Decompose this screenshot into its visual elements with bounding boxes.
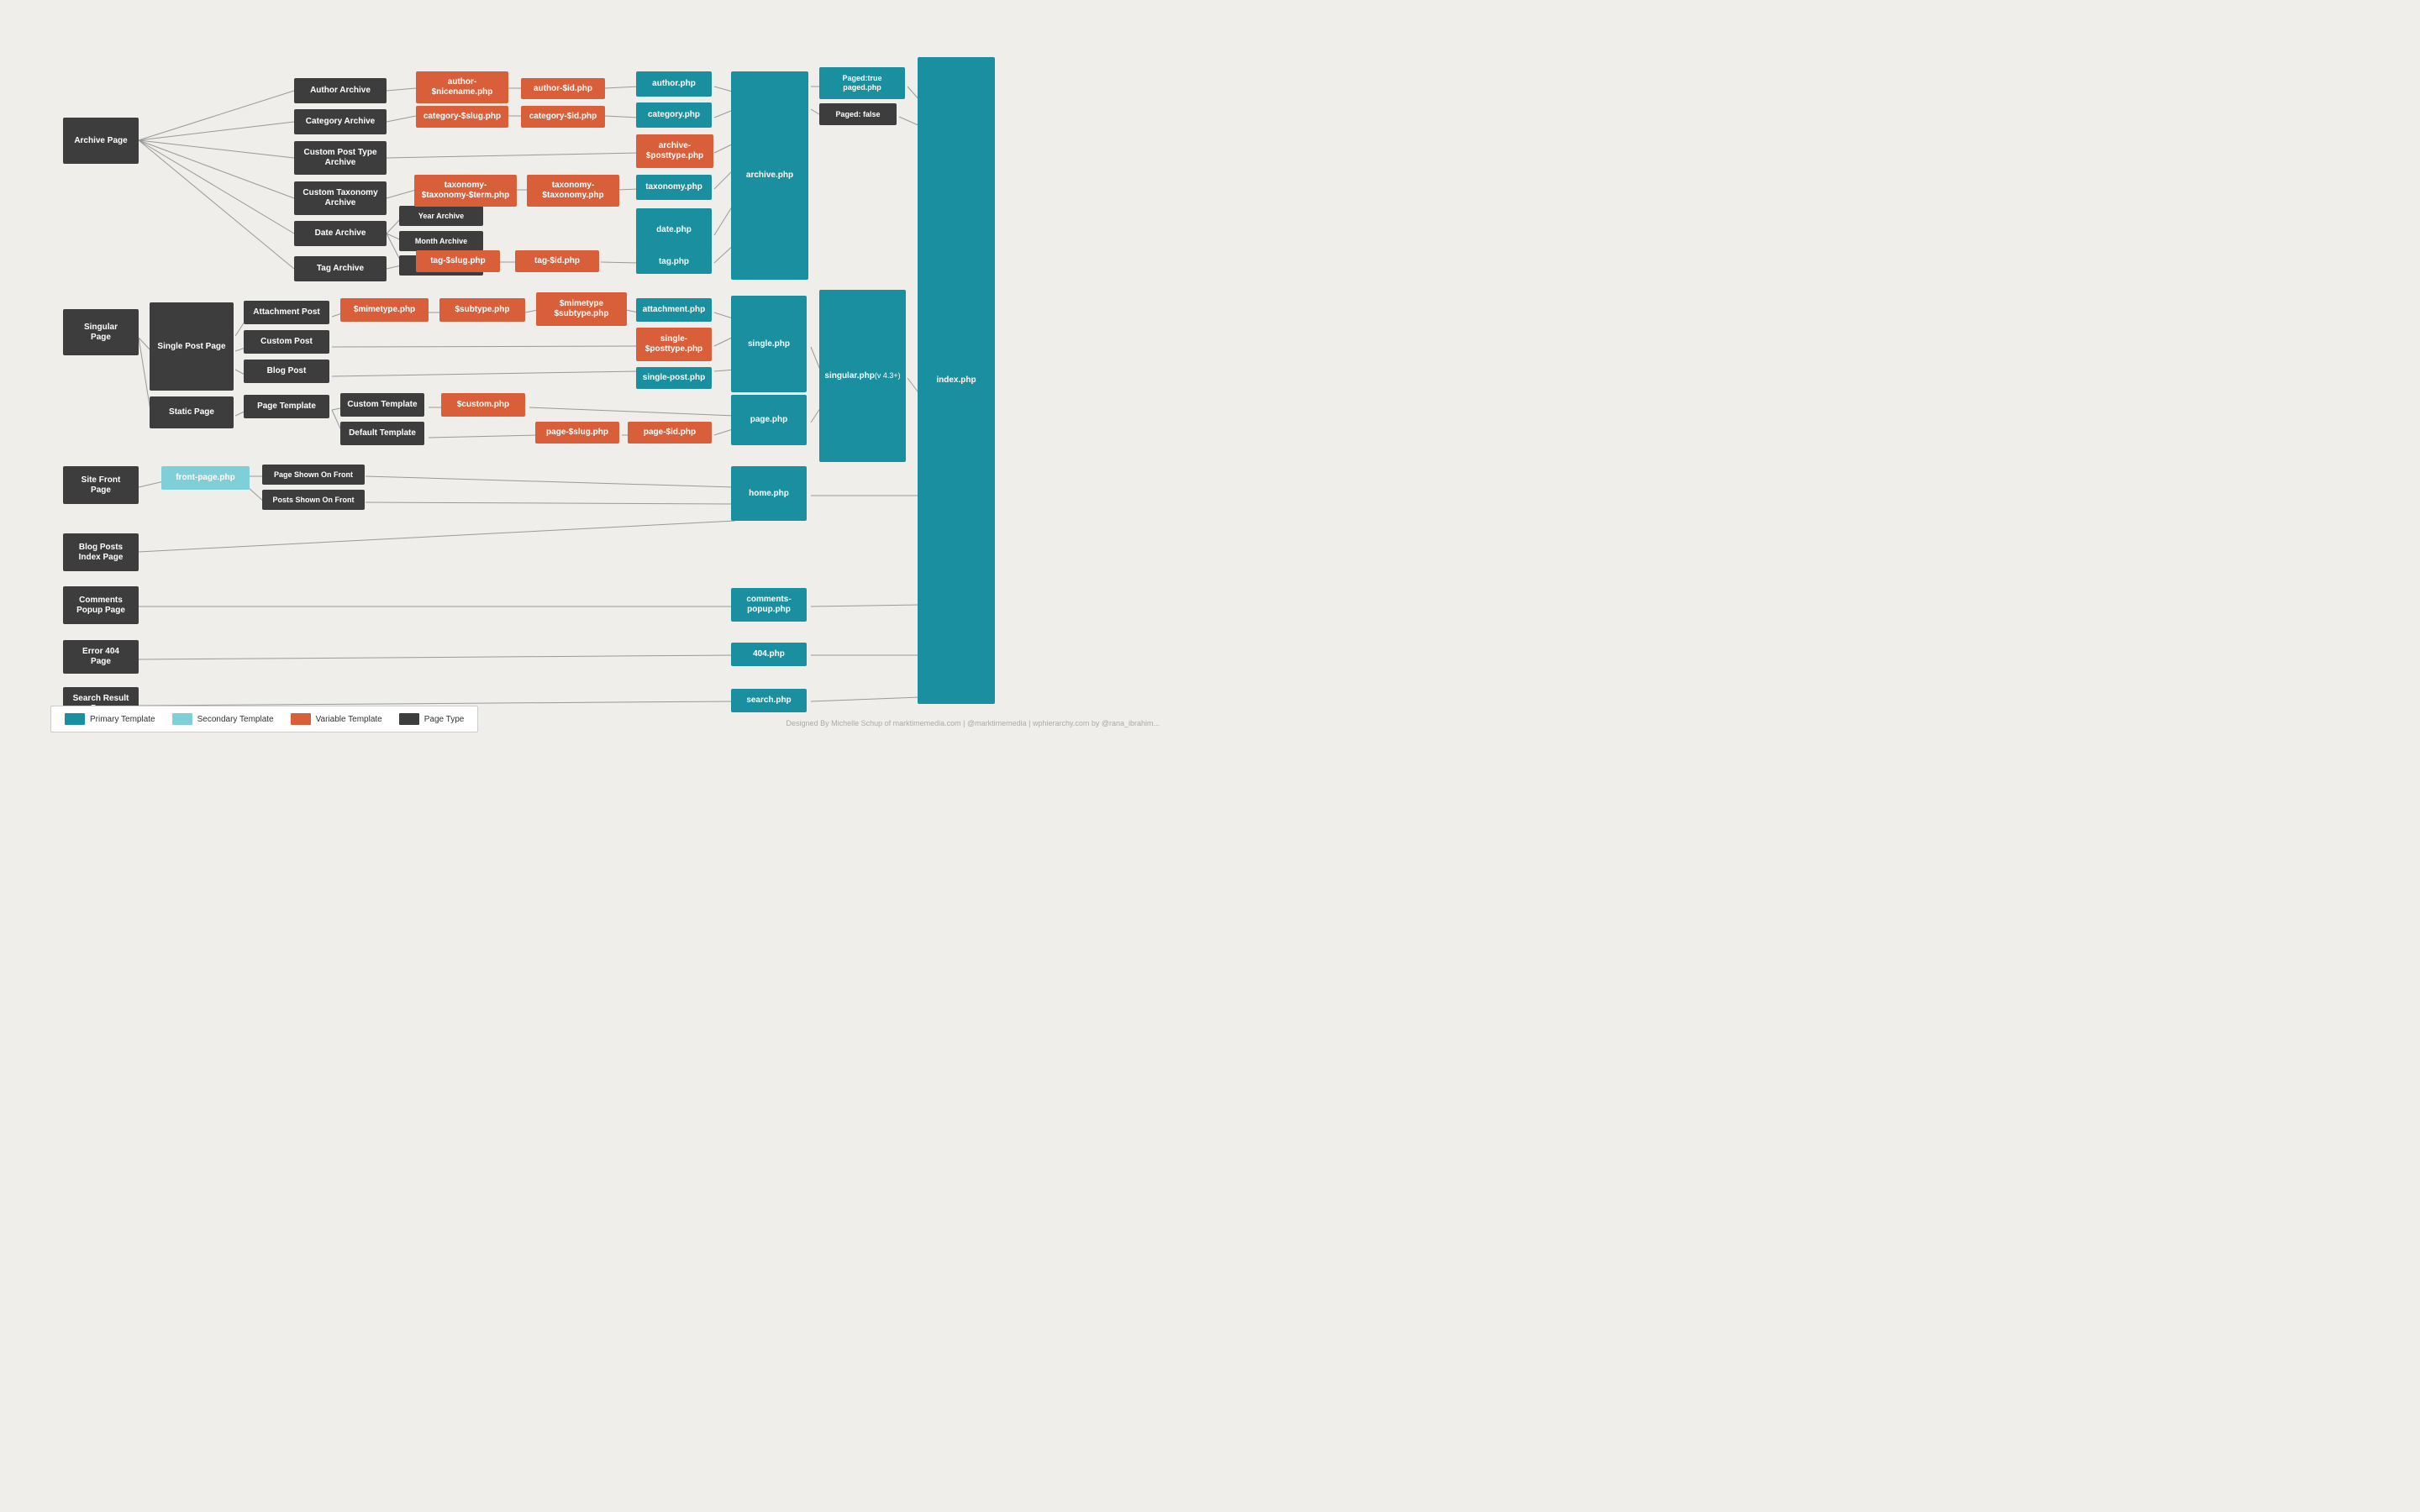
comments-popup-php-node: comments-popup.php	[731, 588, 807, 622]
singular-page-node: SingularPage	[63, 309, 139, 355]
blog-post-node: Blog Post	[244, 360, 329, 383]
page-shown-on-front-node: Page Shown On Front	[262, 465, 365, 485]
custom-post-type-archive-node: Custom Post TypeArchive	[294, 141, 387, 175]
year-archive-node: Year Archive	[399, 206, 483, 226]
page-slug-node: page-$slug.php	[535, 422, 619, 444]
page-type-swatch	[399, 713, 419, 725]
single-php-node: single.php	[731, 296, 807, 392]
taxonomy-php-node: taxonomy.php	[636, 175, 712, 200]
tag-php-node: tag.php	[636, 250, 712, 274]
error-404-node: Error 404Page	[63, 640, 139, 674]
taxonomy-tax-node: taxonomy-$taxonomy.php	[527, 175, 619, 207]
singular-php-node: singular.php(v 4.3+)	[819, 290, 906, 462]
subtype-php-node: $subtype.php	[439, 298, 525, 322]
variable-label: Variable Template	[316, 715, 382, 724]
primary-label: Primary Template	[90, 715, 155, 724]
month-archive-node: Month Archive	[399, 231, 483, 251]
comments-popup-node: CommentsPopup Page	[63, 586, 139, 624]
posts-shown-on-front-node: Posts Shown On Front	[262, 490, 365, 510]
category-php-node: category.php	[636, 102, 712, 128]
author-archive-node: Author Archive	[294, 78, 387, 103]
error-404-php-node: 404.php	[731, 643, 807, 666]
primary-swatch	[65, 713, 85, 725]
tag-archive-node: Tag Archive	[294, 256, 387, 281]
footer-text: Designed By Michelle Schup of marktimeme…	[786, 719, 1160, 727]
page-template-node: Page Template	[244, 395, 329, 418]
archive-posttype-node: archive-$posttype.php	[636, 134, 713, 168]
paged-true-node: Paged:truepaged.php	[819, 67, 905, 99]
legend-primary: Primary Template	[65, 713, 155, 725]
custom-template-node: Custom Template	[340, 393, 424, 417]
tag-id-node: tag-$id.php	[515, 250, 599, 272]
mimetype-subtype-node: $mimetype$subtype.php	[536, 292, 627, 326]
legend-page-type: Page Type	[399, 713, 465, 725]
custom-post-node: Custom Post	[244, 330, 329, 354]
author-id-node: author-$id.php	[521, 78, 605, 99]
variable-swatch	[291, 713, 311, 725]
paged-false-node: Paged: false	[819, 103, 897, 125]
single-posttype-node: single-$posttype.php	[636, 328, 712, 361]
single-post-page-node: Single Post Page	[150, 302, 234, 391]
attachment-post-node: Attachment Post	[244, 301, 329, 324]
default-template-node: Default Template	[340, 422, 424, 445]
site-front-page-node: Site FrontPage	[63, 466, 139, 504]
legend: Primary Template Secondary Template Vari…	[50, 706, 478, 732]
legend-secondary: Secondary Template	[172, 713, 274, 725]
blog-posts-index-node: Blog PostsIndex Page	[63, 533, 139, 571]
page-type-label: Page Type	[424, 715, 465, 724]
page-id-node: page-$id.php	[628, 422, 712, 444]
diagram-container: Archive Page Author Archive Category Arc…	[17, 17, 1193, 739]
category-id-node: category-$id.php	[521, 106, 605, 128]
legend-variable: Variable Template	[291, 713, 382, 725]
date-php-node: date.php	[636, 208, 712, 252]
archive-php-node: archive.php	[731, 71, 808, 280]
secondary-label: Secondary Template	[197, 715, 274, 724]
archive-page-node: Archive Page	[63, 118, 139, 164]
search-php-node: search.php	[731, 689, 807, 712]
category-slug-node: category-$slug.php	[416, 106, 508, 128]
home-php-node: home.php	[731, 466, 807, 521]
static-page-node: Static Page	[150, 396, 234, 428]
custom-taxonomy-archive-node: Custom TaxonomyArchive	[294, 181, 387, 215]
secondary-swatch	[172, 713, 192, 725]
custom-php-node: $custom.php	[441, 393, 525, 417]
category-archive-node: Category Archive	[294, 109, 387, 134]
taxonomy-term-node: taxonomy-$taxonomy-$term.php	[414, 175, 517, 207]
single-post-php-node: single-post.php	[636, 367, 712, 389]
author-nicename-node: author-$nicename.php	[416, 71, 508, 103]
date-archive-node: Date Archive	[294, 221, 387, 246]
front-page-php-node: front-page.php	[161, 466, 250, 490]
page-php-node: page.php	[731, 395, 807, 445]
mimetype-php-node: $mimetype.php	[340, 298, 429, 322]
author-php-node: author.php	[636, 71, 712, 97]
index-php-node: index.php	[918, 57, 995, 704]
tag-slug-node: tag-$slug.php	[416, 250, 500, 272]
attachment-php-node: attachment.php	[636, 298, 712, 322]
